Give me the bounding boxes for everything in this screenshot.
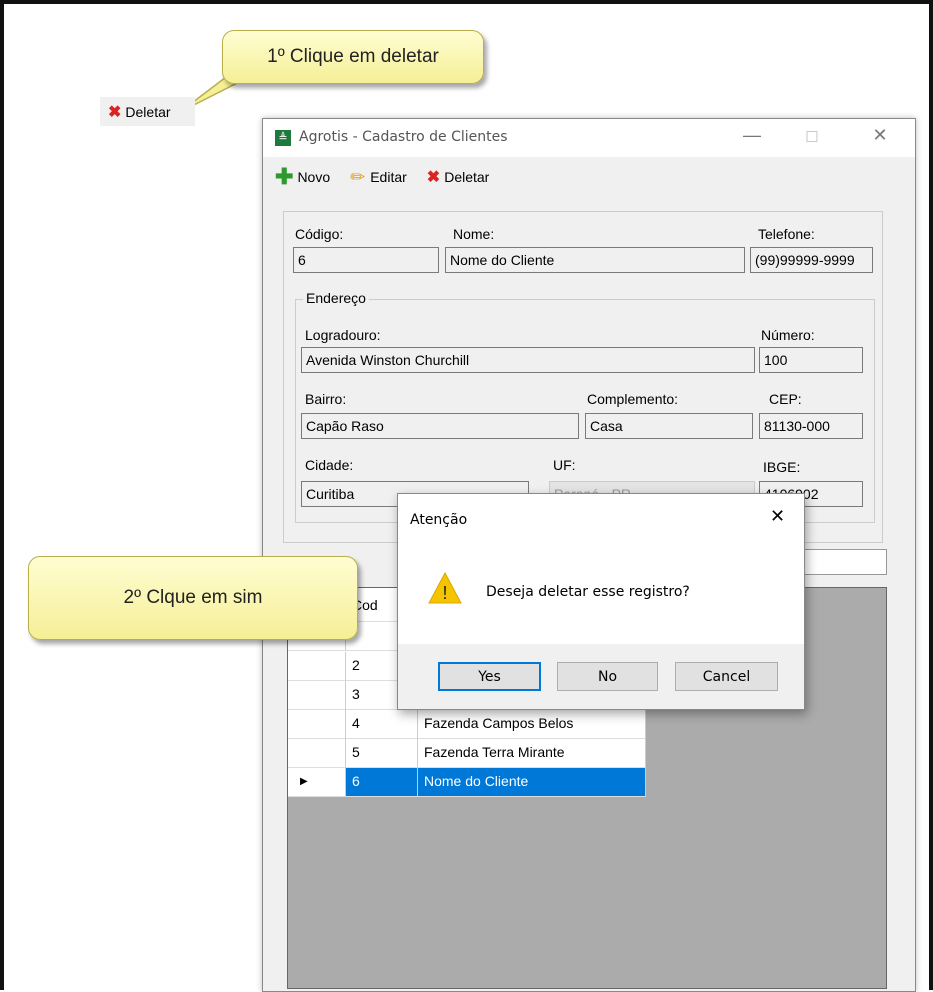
cancel-button[interactable]: Cancel [675, 662, 778, 691]
telefone-label: Telefone: [758, 226, 815, 242]
standalone-delete-label: Deletar [125, 103, 171, 120]
deletar-button[interactable]: ✖ Deletar [427, 167, 490, 187]
window-title: Agrotis - Cadastro de Clientes [299, 129, 508, 145]
window-close-button[interactable]: ✕ [865, 125, 895, 146]
row-header [288, 652, 346, 681]
dialog-title: Atenção [410, 512, 468, 528]
callout-step2-text: 2º Clque em sim [123, 587, 263, 608]
codigo-label: Código: [295, 226, 344, 242]
warning-icon: ! [428, 572, 462, 604]
cell-cod[interactable]: 4 [346, 710, 418, 739]
yes-button[interactable]: Yes [438, 662, 541, 691]
callout-step2: 2º Clque em sim [28, 556, 358, 640]
dialog-message: Deseja deletar esse registro? [486, 584, 690, 600]
cell-cod[interactable]: 6 [346, 768, 418, 797]
editar-label: Editar [370, 169, 407, 185]
pencil-icon: ✏ [350, 166, 366, 187]
table-row[interactable]: 5 Fazenda Terra Mirante [288, 739, 646, 768]
app-icon: ≜ [275, 130, 291, 146]
complemento-field[interactable]: Casa [585, 413, 753, 439]
delete-x-icon: ✖ [108, 103, 122, 121]
cidade-label: Cidade: [305, 457, 354, 473]
ibge-label: IBGE: [763, 459, 801, 475]
nome-label: Nome: [453, 226, 495, 242]
row-header [288, 681, 346, 710]
cell-nome[interactable]: Fazenda Terra Mirante [418, 739, 646, 768]
uf-label: UF: [553, 457, 576, 473]
cell-cod[interactable]: 5 [346, 739, 418, 768]
dialog-close-button[interactable]: ✕ [770, 506, 785, 527]
table-row[interactable]: 4 Fazenda Campos Belos [288, 710, 646, 739]
bairro-field[interactable]: Capão Raso [301, 413, 579, 439]
delete-x-icon: ✖ [426, 169, 441, 186]
standalone-delete-button[interactable]: ✖ Deletar [100, 97, 195, 126]
numero-label: Número: [761, 327, 815, 343]
logradouro-label: Logradouro: [305, 327, 381, 343]
novo-label: Novo [297, 169, 331, 185]
cell-nome[interactable]: Fazenda Campos Belos [418, 710, 646, 739]
deletar-label: Deletar [444, 169, 490, 185]
nome-field[interactable]: Nome do Cliente [445, 247, 745, 273]
toolbar: ✚ Novo ✏ Editar ✖ Deletar [263, 163, 915, 191]
telefone-field[interactable]: (99)99999-9999 [750, 247, 873, 273]
dialog-body: ! Deseja deletar esse registro? [398, 544, 804, 644]
row-header [288, 710, 346, 739]
row-header [288, 739, 346, 768]
complemento-label: Complemento: [587, 391, 679, 407]
endereco-label: Endereço [303, 290, 369, 306]
warning-glyph: ! [442, 583, 447, 603]
editar-button[interactable]: ✏ Editar [350, 167, 407, 188]
bairro-label: Bairro: [305, 391, 347, 407]
codigo-field[interactable]: 6 [293, 247, 439, 273]
maximize-button[interactable]: ☐ [797, 128, 827, 146]
numero-field[interactable]: 100 [759, 347, 863, 373]
callout-step1-text: 1º Clique em deletar [267, 46, 439, 67]
logradouro-field[interactable]: Avenida Winston Churchill [301, 347, 755, 373]
dialog-titlebar: Atenção ✕ [398, 494, 804, 544]
window-titlebar: ≜ Agrotis - Cadastro de Clientes — ☐ ✕ [263, 119, 915, 157]
cep-label: CEP: [769, 391, 802, 407]
cep-field[interactable]: 81130-000 [759, 413, 863, 439]
row-selector-arrow-icon: ▶ [288, 768, 346, 797]
table-row-selected[interactable]: ▶ 6 Nome do Cliente [288, 768, 646, 797]
callout-step1: 1º Clique em deletar [222, 30, 484, 84]
cell-nome[interactable]: Nome do Cliente [418, 768, 646, 797]
novo-button[interactable]: ✚ Novo [275, 164, 331, 189]
minimize-button[interactable]: — [737, 125, 767, 146]
plus-icon: ✚ [275, 164, 294, 189]
no-button[interactable]: No [557, 662, 658, 691]
